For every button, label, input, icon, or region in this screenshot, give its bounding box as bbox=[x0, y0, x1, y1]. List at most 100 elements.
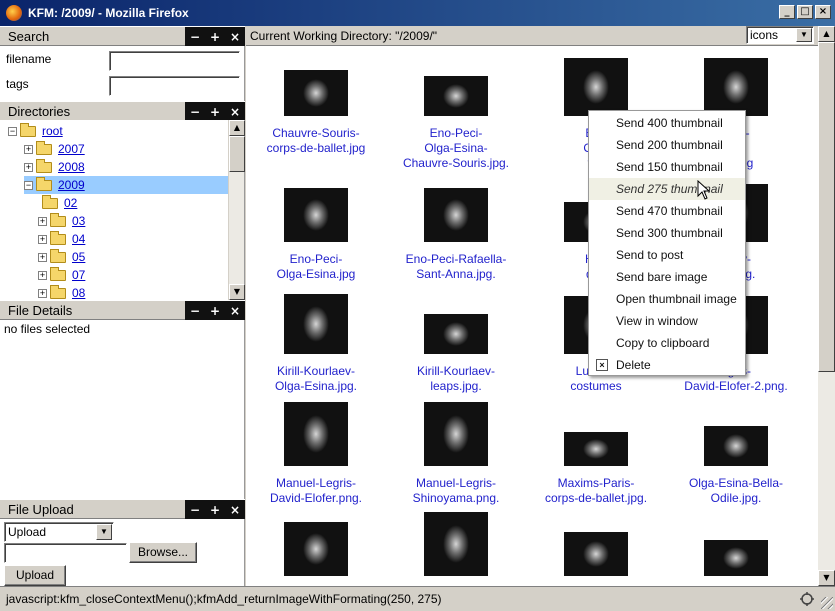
file-tile[interactable]: Olga-Esina bbox=[386, 512, 526, 586]
file-tile[interactable]: Manuel-Legris- David-Elofer.png. bbox=[246, 402, 386, 506]
file-name[interactable]: Kirill-Kourlaev-leaps.jpg. bbox=[386, 364, 526, 394]
expand-icon[interactable]: + bbox=[38, 234, 47, 244]
context-menu-item[interactable]: Send 400 thumbnail bbox=[589, 112, 745, 134]
expand-icon[interactable]: + bbox=[24, 144, 33, 154]
tree-item-label[interactable]: 2009 bbox=[56, 178, 87, 192]
pane-close-icon[interactable]: × bbox=[230, 106, 240, 118]
close-button[interactable]: × bbox=[815, 5, 831, 19]
file-tile[interactable]: Kirill-Kourlaev-leaps.jpg. bbox=[386, 290, 526, 394]
file-name[interactable]: Manuel-Legris- Shinoyama.png. bbox=[386, 476, 526, 506]
file-thumbnail[interactable] bbox=[424, 188, 488, 242]
tree-item-label[interactable]: root bbox=[40, 124, 65, 138]
tree-item[interactable]: +05 bbox=[38, 248, 87, 266]
tree-item[interactable]: +2007 bbox=[24, 140, 87, 158]
scroll-down-icon[interactable]: ▼ bbox=[818, 570, 835, 586]
chevron-down-icon[interactable]: ▼ bbox=[96, 524, 112, 540]
file-path-input[interactable] bbox=[4, 543, 127, 563]
file-name[interactable]: Maxims-Paris-corps-de-ballet.jpg. bbox=[526, 476, 666, 506]
pane-minimize-icon[interactable]: − bbox=[190, 106, 200, 118]
file-name[interactable]: Eno-Peci- Olga-Esina.jpg bbox=[246, 252, 386, 282]
file-tile[interactable]: Eno-Peci- Olga-Esina- Chauvre-Souris.jpg. bbox=[386, 52, 526, 171]
file-thumbnail[interactable] bbox=[704, 58, 768, 116]
tree-item[interactable]: +04 bbox=[38, 230, 87, 248]
file-name[interactable]: Olga-Esina-Bella- Odile.jpg. bbox=[666, 476, 806, 506]
context-menu-item[interactable]: Send 470 thumbnail bbox=[589, 200, 745, 222]
file-thumbnail[interactable] bbox=[424, 402, 488, 466]
file-tile[interactable]: Olga-Esina-Bella bbox=[246, 512, 386, 586]
context-menu-item[interactable]: × Delete bbox=[589, 354, 745, 376]
file-thumbnail[interactable] bbox=[284, 294, 348, 354]
tree-item[interactable]: − 2009 bbox=[24, 176, 228, 194]
file-tile[interactable]: Olga-Esina bbox=[526, 512, 666, 586]
scroll-up-icon[interactable]: ▲ bbox=[818, 26, 835, 42]
file-tile[interactable]: Eno-Peci- Olga-Esina.jpg bbox=[246, 178, 386, 282]
context-menu-item[interactable]: Send 275 thumbnail bbox=[589, 178, 745, 200]
file-name[interactable]: Manuel-Legris- David-Elofer.png. bbox=[246, 476, 386, 506]
pane-close-icon[interactable]: × bbox=[230, 31, 240, 43]
tree-item-label[interactable]: 05 bbox=[70, 250, 87, 264]
file-name[interactable]: Kirill-Kourlaev- Olga-Esina.jpg. bbox=[246, 364, 386, 394]
expand-icon[interactable]: + bbox=[38, 252, 47, 262]
upload-button[interactable]: Upload bbox=[4, 565, 66, 586]
scroll-thumb[interactable] bbox=[818, 42, 835, 372]
collapse-icon[interactable]: − bbox=[8, 126, 17, 136]
file-thumbnail[interactable] bbox=[564, 58, 628, 116]
pane-maximize-icon[interactable]: + bbox=[210, 106, 220, 118]
context-menu-item[interactable]: Send 300 thumbnail bbox=[589, 222, 745, 244]
file-thumbnail[interactable] bbox=[284, 522, 348, 576]
file-thumbnail[interactable] bbox=[564, 432, 628, 466]
tags-input[interactable] bbox=[109, 76, 240, 96]
maximize-button[interactable]: □ bbox=[797, 5, 813, 19]
scroll-thumb[interactable] bbox=[229, 136, 245, 172]
pane-maximize-icon[interactable]: + bbox=[210, 504, 220, 516]
tree-item[interactable]: +08 bbox=[38, 284, 87, 300]
file-thumbnail[interactable] bbox=[424, 512, 488, 576]
pane-minimize-icon[interactable]: − bbox=[190, 305, 200, 317]
tree-item-label[interactable]: 02 bbox=[62, 196, 79, 210]
pane-maximize-icon[interactable]: + bbox=[210, 305, 220, 317]
tree-item-label[interactable]: 2007 bbox=[56, 142, 87, 156]
tree-item[interactable]: − root bbox=[8, 122, 65, 140]
scroll-down-icon[interactable]: ▼ bbox=[229, 284, 245, 300]
pane-minimize-icon[interactable]: − bbox=[190, 504, 200, 516]
tree-scrollbar[interactable]: ▲ ▼ bbox=[228, 120, 245, 300]
tree-item-label[interactable]: 08 bbox=[70, 286, 87, 300]
file-thumbnail[interactable] bbox=[424, 314, 488, 354]
file-thumbnail[interactable] bbox=[284, 402, 348, 466]
main-scrollbar[interactable]: ▲ ▼ bbox=[818, 26, 835, 586]
scroll-up-icon[interactable]: ▲ bbox=[229, 120, 245, 136]
file-thumbnail[interactable] bbox=[284, 70, 348, 116]
file-tile[interactable]: Eno-Peci-Rafaella- Sant-Anna.jpg. bbox=[386, 178, 526, 282]
context-menu-item[interactable]: Copy to clipboard bbox=[589, 332, 745, 354]
context-menu-item[interactable]: Send 200 thumbnail bbox=[589, 134, 745, 156]
resize-grip-icon[interactable] bbox=[821, 597, 833, 609]
pane-minimize-icon[interactable]: − bbox=[190, 31, 200, 43]
view-mode-select[interactable]: icons ▼ bbox=[746, 26, 814, 44]
file-thumbnail[interactable] bbox=[704, 540, 768, 576]
tree-item[interactable]: +2008 bbox=[24, 158, 87, 176]
filename-input[interactable] bbox=[109, 51, 240, 71]
pane-close-icon[interactable]: × bbox=[230, 305, 240, 317]
file-name[interactable]: Eno-Peci-Rafaella- Sant-Anna.jpg. bbox=[386, 252, 526, 282]
context-menu-item[interactable]: Send to post bbox=[589, 244, 745, 266]
upload-mode-select[interactable]: Upload ▼ bbox=[4, 522, 114, 542]
file-tile[interactable]: Maxims-Paris-corps-de-ballet.jpg. bbox=[526, 402, 666, 506]
file-tile[interactable]: Manuel-Legris- Shinoyama.png. bbox=[386, 402, 526, 506]
file-tile[interactable]: Kirill-Kourlaev- Olga-Esina.jpg. bbox=[246, 290, 386, 394]
file-name[interactable]: Chauvre-Souris-corps-de-ballet.jpg bbox=[246, 126, 386, 156]
file-tile[interactable]: Olga-Esina-Bella- Odile.jpg. bbox=[666, 402, 806, 506]
file-thumbnail[interactable] bbox=[284, 188, 348, 242]
file-tile[interactable]: President-Barrack bbox=[666, 512, 806, 586]
context-menu-item[interactable]: View in window bbox=[589, 310, 745, 332]
chevron-down-icon[interactable]: ▼ bbox=[796, 28, 812, 42]
minimize-button[interactable]: _ bbox=[779, 5, 795, 19]
tree-item[interactable]: 02 bbox=[42, 194, 79, 212]
expand-icon[interactable]: + bbox=[38, 216, 47, 226]
expand-icon[interactable]: + bbox=[38, 288, 47, 298]
file-thumbnail[interactable] bbox=[424, 76, 488, 116]
file-thumbnail[interactable] bbox=[704, 426, 768, 466]
pane-close-icon[interactable]: × bbox=[230, 504, 240, 516]
tree-item-label[interactable]: 04 bbox=[70, 232, 87, 246]
context-menu-item[interactable]: Send 150 thumbnail bbox=[589, 156, 745, 178]
tree-item-label[interactable]: 03 bbox=[70, 214, 87, 228]
